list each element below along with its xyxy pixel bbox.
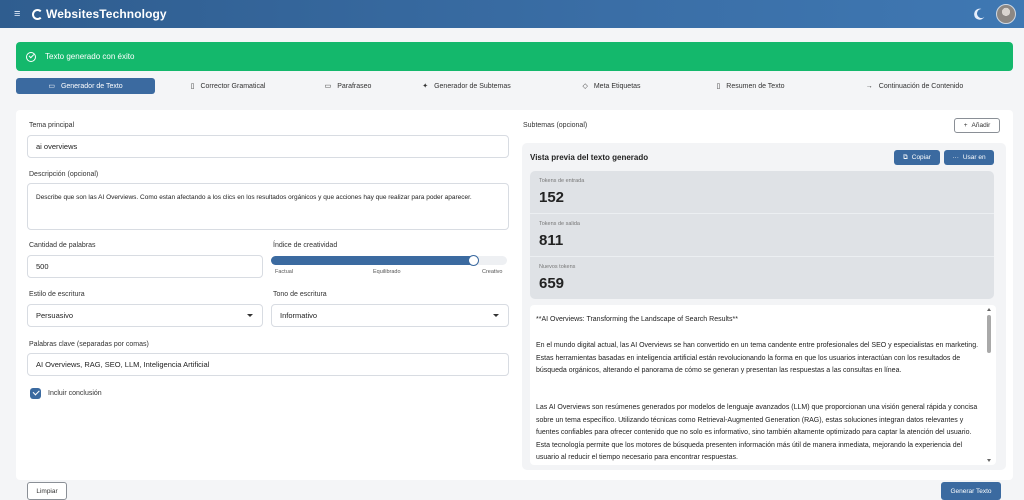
use-in-button-label: Usar en (962, 154, 986, 161)
avatar[interactable] (996, 4, 1016, 24)
generated-paragraph: Las AI Overviews son resúmenes generados… (536, 404, 978, 461)
description-textarea[interactable]: Describe que son las AI Overviews. Como … (27, 183, 509, 230)
keywords-input[interactable]: AI Overviews, RAG, SEO, LLM, Inteligenci… (27, 353, 509, 376)
generated-paragraph: **AI Overviews: Transforming the Landsca… (536, 316, 738, 323)
include-conclusion-label: Incluir conclusión (48, 390, 102, 397)
chevron-down-icon (247, 314, 253, 317)
creativity-label: Índice de creatividad (273, 242, 338, 249)
arrow-right-icon: → (865, 82, 873, 90)
success-alert: Texto generado con éxito (16, 42, 1013, 71)
add-subtopic-button[interactable]: + Añadir (954, 118, 1000, 133)
app-title: WebsitesTechnology (46, 7, 167, 21)
menu-icon[interactable]: ≡ (14, 9, 24, 20)
creativity-tick-equilibrado: Equilibrado (373, 269, 401, 275)
stat-label: Tokens de salida (539, 221, 580, 227)
word-count-value: 500 (36, 262, 49, 271)
creativity-slider-fill (271, 256, 474, 265)
clear-button-label: Limpiar (36, 487, 58, 495)
tab-label: Corrector Gramatical (200, 82, 266, 90)
chevron-down-icon (493, 314, 499, 317)
tab-corrector-gramatical[interactable]: ▯ Corrector Gramatical (155, 78, 301, 94)
sparkle-icon: ✦ (422, 83, 429, 90)
add-button-label: Añadir (971, 122, 991, 129)
tab-label: Parafraseo (337, 82, 372, 90)
copy-icon: ⧉ (903, 153, 908, 161)
preview-panel: Vista previa del texto generado ⧉ Copiar… (522, 143, 1006, 470)
keywords-value: AI Overviews, RAG, SEO, LLM, Inteligenci… (36, 360, 210, 369)
tab-meta-etiquetas[interactable]: ◇ Meta Etiquetas (538, 78, 685, 94)
keywords-label: Palabras clave (separadas por comas) (29, 341, 149, 348)
tone-value: Informativo (280, 311, 318, 320)
generate-button[interactable]: Generar Texto (941, 482, 1001, 500)
creativity-tick-creativo: Creativo (482, 269, 503, 275)
style-label: Estilo de escritura (29, 291, 85, 298)
tab-label: Generador de Subtemas (434, 82, 511, 90)
tab-label: Generador de Texto (60, 82, 123, 90)
more-icon: ··· (952, 154, 959, 161)
copy-button[interactable]: ⧉ Copiar (894, 150, 940, 165)
tab-label: Continuación de Contenido (878, 82, 964, 90)
tone-label: Tono de escritura (273, 291, 327, 298)
tab-generador-de-subtemas[interactable]: ✦ Generador de Subtemas (395, 78, 538, 94)
tab-label: Resumen de Texto (726, 82, 785, 90)
word-count-input[interactable]: 500 (27, 255, 263, 278)
logo-icon (32, 8, 43, 20)
generated-paragraph: En el mundo digital actual, las AI Overv… (536, 342, 979, 374)
topic-input-value: ai overviews (36, 142, 78, 151)
creativity-slider[interactable] (271, 255, 507, 266)
scroll-down-icon[interactable] (987, 459, 991, 462)
clear-button[interactable]: Limpiar (27, 482, 67, 500)
creativity-slider-thumb[interactable] (467, 255, 479, 266)
top-bar: ≡ WebsitesTechnology (0, 0, 1024, 28)
style-select[interactable]: Persuasivo (27, 304, 263, 327)
token-stats: Tokens de entrada 152 Tokens de salida 8… (530, 171, 994, 299)
include-conclusion-checkbox[interactable] (30, 388, 41, 399)
generate-button-label: Generar Texto (950, 487, 992, 495)
stat-label: Tokens de entrada (539, 178, 585, 184)
copy-button-label: Copiar (911, 154, 931, 161)
doc-icon: ▯ (190, 83, 195, 90)
stat-value: 659 (539, 275, 565, 292)
scrollbar-thumb[interactable] (987, 315, 991, 353)
preview-title: Vista previa del texto generado (530, 153, 649, 162)
chat-icon: ▭ (324, 83, 332, 90)
stat-label: Nuevos tokens (539, 264, 576, 270)
tool-tabs: ▭ Generador de Texto ▯ Corrector Gramati… (16, 78, 1013, 94)
stat-value: 811 (539, 232, 564, 249)
stat-output-tokens: Tokens de salida 811 (530, 214, 994, 257)
tab-resumen-de-texto[interactable]: ▯ Resumen de Texto (685, 78, 816, 94)
generated-text-box[interactable]: **AI Overviews: Transforming the Landsca… (530, 305, 996, 465)
app-logo[interactable]: WebsitesTechnology (32, 7, 167, 21)
subtopics-label: Subtemas (opcional) (523, 122, 588, 129)
scroll-up-icon[interactable] (987, 308, 991, 311)
tag-icon: ◇ (582, 83, 588, 90)
stat-input-tokens: Tokens de entrada 152 (530, 171, 994, 214)
topic-label: Tema principal (29, 122, 75, 129)
creativity-tick-factual: Factual (275, 269, 294, 275)
book-icon: ▭ (48, 83, 55, 90)
tab-label: Meta Etiquetas (593, 82, 641, 90)
tab-continuacion-de-contenido[interactable]: → Continuación de Contenido (816, 78, 1013, 94)
stat-new-tokens: Nuevos tokens 659 (530, 257, 994, 300)
description-label: Descripción (opcional) (29, 171, 99, 178)
success-message: Texto generado con éxito (45, 52, 135, 61)
tone-select[interactable]: Informativo (271, 304, 509, 327)
description-value: Describe que son las AI Overviews. Como … (36, 194, 472, 201)
topic-input[interactable]: ai overviews (27, 135, 509, 158)
dark-mode-icon[interactable] (976, 8, 988, 20)
plus-icon: + (963, 122, 968, 129)
stat-value: 152 (539, 189, 565, 206)
tab-parafraseo[interactable]: ▭ Parafraseo (301, 78, 395, 94)
check-circle-icon (26, 51, 36, 62)
word-count-label: Cantidad de palabras (29, 242, 96, 249)
use-in-button[interactable]: ··· Usar en (944, 150, 994, 165)
style-value: Persuasivo (36, 311, 74, 320)
bookmark-icon: ▯ (716, 83, 721, 90)
tab-generador-de-texto[interactable]: ▭ Generador de Texto (16, 78, 155, 94)
